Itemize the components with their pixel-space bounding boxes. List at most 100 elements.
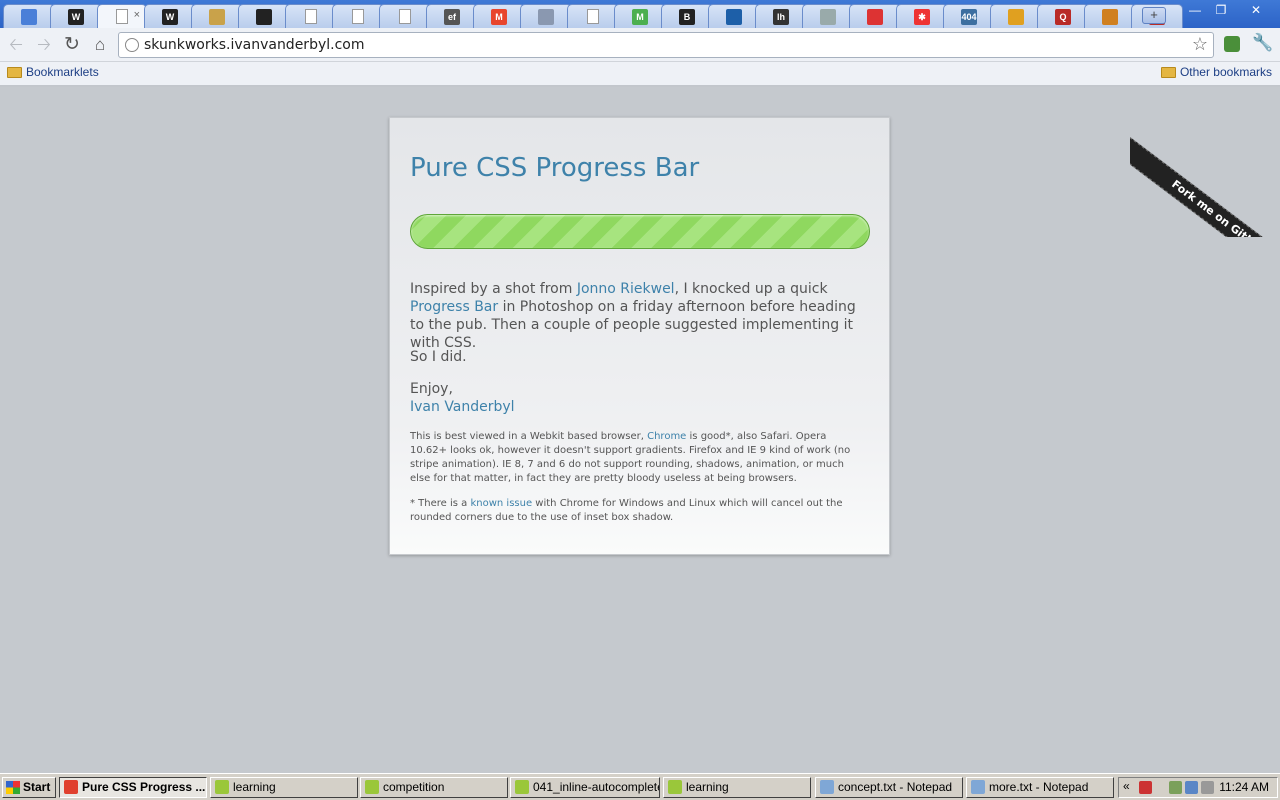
known-issue-note: * There is a known issue with Chrome for…	[410, 497, 860, 525]
maximize-button[interactable]: ❐	[1208, 1, 1234, 20]
bookmark-icon	[1102, 8, 1118, 25]
taskbar-button-label: more.txt - Notepad	[989, 780, 1089, 794]
back-button[interactable]: 🡠	[5, 34, 27, 56]
browser-tab[interactable]	[849, 4, 901, 28]
taskbar-button[interactable]: 041_inline-autocomplete	[510, 777, 660, 798]
volume-icon[interactable]	[1201, 781, 1214, 794]
folder-icon	[668, 780, 682, 794]
browser-tab[interactable]	[990, 4, 1042, 28]
taskbar-button[interactable]: more.txt - Notepad	[966, 777, 1114, 798]
reload-button[interactable]: ↻	[61, 34, 83, 56]
progress-fill	[411, 215, 869, 248]
w-icon: W	[68, 8, 84, 25]
github-ribbon[interactable]: Fork me on GitHub	[1130, 87, 1280, 237]
blank-page-icon	[352, 9, 364, 24]
minimize-button[interactable]: —	[1182, 1, 1208, 20]
bookmark-folder-other[interactable]: Other bookmarks	[1160, 65, 1272, 79]
browser-tab[interactable]: 404	[943, 4, 995, 28]
m-green-icon: M	[632, 8, 648, 25]
folder-icon	[7, 66, 22, 78]
intro-paragraph: Inspired by a shot from Jonno Riekwel, I…	[410, 280, 870, 352]
so-i-did-text: So I did.	[410, 349, 467, 365]
network-icon[interactable]	[1185, 781, 1198, 794]
grid-icon	[538, 8, 554, 25]
folder-icon	[515, 780, 529, 794]
browser-tab[interactable]: W	[50, 4, 102, 28]
chrome-link[interactable]: Chrome	[647, 431, 686, 442]
browser-tab[interactable]	[285, 4, 337, 28]
clock: 11:24 AM	[1219, 780, 1269, 794]
taskbar-button[interactable]: competition	[360, 777, 508, 798]
author-link[interactable]: Ivan Vanderbyl	[410, 398, 870, 416]
browser-tab[interactable]	[379, 4, 431, 28]
bookmark-label: Bookmarklets	[26, 65, 99, 79]
fork-me-ribbon[interactable]: Fork me on GitHub	[1130, 137, 1280, 237]
known-issue-link[interactable]: known issue	[470, 498, 532, 509]
browser-tab[interactable]: ✱	[896, 4, 948, 28]
new-tab-button[interactable]: +	[1142, 7, 1166, 24]
home-button[interactable]: ⌂	[89, 34, 111, 56]
globe-icon	[125, 38, 139, 52]
browser-tab[interactable]	[567, 4, 619, 28]
browser-tab[interactable]	[1084, 4, 1136, 28]
blank-page-icon	[399, 9, 411, 24]
note-text: * There is a	[410, 498, 471, 509]
q-icon: Q	[1055, 8, 1071, 25]
taskbar: Start Pure CSS Progress ... learning compe…	[0, 773, 1280, 800]
browser-tab[interactable]	[520, 4, 572, 28]
taskbar-button[interactable]: concept.txt - Notepad	[815, 777, 963, 798]
terminal-icon	[256, 8, 272, 25]
asterisk-icon: ✱	[914, 8, 930, 25]
start-button[interactable]: Start	[2, 777, 56, 798]
notepad-icon	[820, 780, 834, 794]
mcafee-icon[interactable]	[1139, 781, 1152, 794]
browser-tab[interactable]	[3, 4, 55, 28]
browser-tab[interactable]	[708, 4, 760, 28]
extension-icon[interactable]	[1224, 36, 1240, 52]
taskbar-button[interactable]: Pure CSS Progress ...	[59, 777, 207, 798]
blank-page-icon	[116, 9, 128, 24]
browser-tab[interactable]: M	[473, 4, 525, 28]
forward-button[interactable]: 🡢	[33, 34, 55, 56]
browser-tab[interactable]: Q	[1037, 4, 1089, 28]
note-text: This is best viewed in a Webkit based br…	[410, 431, 648, 442]
blank-page-icon	[587, 9, 599, 24]
chrome-icon	[64, 780, 78, 794]
close-window-button[interactable]: ✕	[1236, 1, 1276, 20]
browser-tab[interactable]	[802, 4, 854, 28]
folder-icon	[365, 780, 379, 794]
folder-icon	[215, 780, 229, 794]
wrench-menu-icon[interactable]: 🔧	[1252, 33, 1273, 53]
browser-tab[interactable]: W	[144, 4, 196, 28]
progress-bar-link[interactable]: Progress Bar	[410, 299, 498, 315]
browser-tab[interactable]	[191, 4, 243, 28]
404-icon: 404	[961, 8, 977, 25]
browser-tab[interactable]	[332, 4, 384, 28]
browser-tab[interactable]: ×	[97, 4, 147, 28]
bp-icon: B	[679, 8, 695, 25]
tab-strip: W×WefMMBlh✱404QQ	[0, 0, 1280, 28]
taskbar-button-label: 041_inline-autocomplete	[533, 780, 660, 794]
intro-text: , I knocked up a quick	[674, 281, 828, 297]
jonno-riekwel-link[interactable]: Jonno Riekwel	[577, 281, 675, 297]
browser-tab[interactable]: lh	[755, 4, 807, 28]
address-bar[interactable]: skunkworks.ivanvanderbyl.com ☆	[118, 32, 1214, 58]
taskbar-button-label: Pure CSS Progress ...	[82, 780, 206, 794]
bookmark-folder-bookmarklets[interactable]: Bookmarklets	[7, 65, 99, 79]
w-icon: W	[162, 8, 178, 25]
tab-close-icon[interactable]: ×	[134, 9, 140, 21]
tray-app-icon[interactable]	[1169, 781, 1182, 794]
taskbar-button[interactable]: learning	[663, 777, 811, 798]
browser-tab[interactable]	[238, 4, 290, 28]
browser-tab[interactable]: B	[661, 4, 713, 28]
bookmark-icon	[1008, 8, 1024, 25]
notepad-icon	[971, 780, 985, 794]
taskbar-button-label: concept.txt - Notepad	[838, 780, 953, 794]
taskbar-button[interactable]: learning	[210, 777, 358, 798]
bookmark-star-icon[interactable]: ☆	[1192, 34, 1208, 55]
browser-tab[interactable]: M	[614, 4, 666, 28]
browser-tab[interactable]: ef	[426, 4, 478, 28]
url-text[interactable]: skunkworks.ivanvanderbyl.com	[144, 37, 364, 53]
tray-expand-icon[interactable]: «	[1123, 779, 1130, 793]
ef-icon: ef	[444, 8, 460, 25]
